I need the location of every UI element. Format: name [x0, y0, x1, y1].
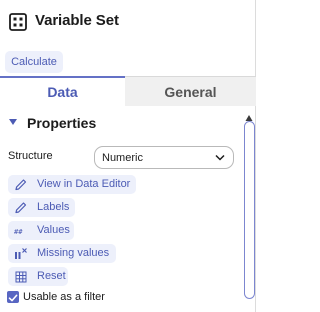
- variable-set-panel: Variable Set Calculate Data General Prop…: [0, 0, 256, 312]
- calculate-button[interactable]: Calculate: [5, 51, 63, 73]
- properties-section-header[interactable]: Properties: [0, 113, 240, 135]
- check-icon: [8, 294, 18, 302]
- view-in-data-editor-button[interactable]: View in Data Editor: [8, 175, 136, 194]
- values-button[interactable]: ## Values: [8, 221, 74, 240]
- section-title: Properties: [27, 115, 97, 131]
- action-label: Values: [37, 224, 70, 236]
- action-label: Missing values: [37, 247, 110, 259]
- vertical-scrollbar[interactable]: [244, 121, 255, 299]
- action-label: Labels: [37, 201, 70, 213]
- structure-dropdown[interactable]: Numeric: [94, 146, 234, 169]
- pencil-icon: [15, 179, 27, 191]
- caret-down-icon: [9, 119, 17, 125]
- panel-header: Variable Set: [0, 0, 256, 46]
- svg-text:##: ##: [14, 228, 23, 236]
- pencil-icon: [15, 202, 27, 214]
- chevron-down-icon: [215, 154, 225, 161]
- missing-values-button[interactable]: Missing values: [8, 244, 116, 263]
- usable-as-filter-label: Usable as a filter: [23, 291, 105, 303]
- tab-bar: Data General: [0, 76, 256, 106]
- scroll-up-arrow[interactable]: [245, 109, 253, 121]
- structure-value: Numeric: [102, 152, 143, 164]
- action-label: View in Data Editor: [37, 178, 131, 190]
- hash-icon: ##: [14, 228, 23, 236]
- reset-table-icon: [15, 271, 27, 283]
- labels-button[interactable]: Labels: [8, 198, 75, 217]
- usable-as-filter-checkbox[interactable]: [7, 291, 19, 303]
- action-label: Reset: [37, 270, 66, 282]
- grid-icon: [9, 13, 27, 31]
- tab-general[interactable]: General: [125, 76, 256, 106]
- missing-values-icon: [15, 248, 27, 259]
- tab-data[interactable]: Data: [0, 76, 125, 106]
- panel-title: Variable Set: [35, 12, 119, 29]
- reset-button[interactable]: Reset: [8, 267, 68, 286]
- structure-label: Structure: [8, 150, 53, 162]
